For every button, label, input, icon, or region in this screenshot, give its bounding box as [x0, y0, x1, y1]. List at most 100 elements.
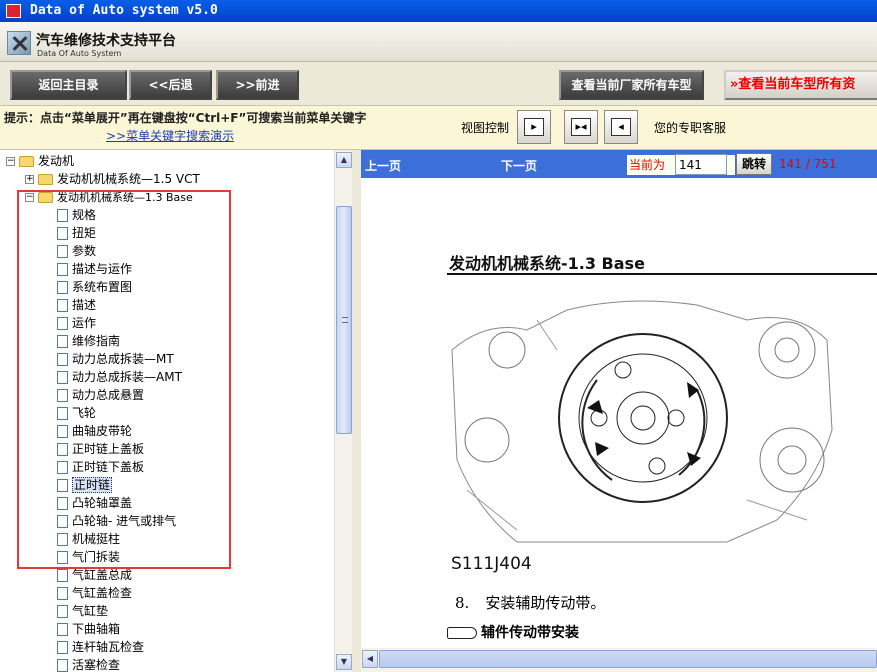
document-hscrollbar[interactable]: ◀: [361, 648, 877, 672]
tree-item[interactable]: 描述: [57, 296, 96, 314]
subheading: 辅件传动带安装: [447, 622, 579, 642]
folder-open-icon: [38, 192, 53, 203]
expand-icon[interactable]: +: [25, 175, 34, 184]
page-icon: [57, 551, 68, 564]
tree-item[interactable]: 维修指南: [57, 332, 120, 350]
pointing-hand-icon: [447, 627, 477, 639]
tree-item-label: 气缸盖检查: [72, 586, 133, 600]
tree-item[interactable]: 机械挺柱: [57, 530, 120, 548]
tree-item[interactable]: 气缸垫: [57, 602, 108, 620]
tree-root[interactable]: − 发动机: [6, 152, 74, 170]
page-icon: [57, 587, 68, 600]
split-arrows-icon: ▸◂: [571, 118, 591, 136]
view-current-model-button[interactable]: »查看当前车型所有资: [724, 70, 877, 100]
tree-node-vct[interactable]: + 发动机机械系统—1.5 VCT: [25, 170, 200, 188]
view-current-model-label: 查看当前车型所有资: [738, 77, 856, 92]
page-number-input[interactable]: [675, 154, 727, 175]
tree-item[interactable]: 正时链下盖板: [57, 458, 144, 476]
tree-item[interactable]: 描述与运作: [57, 260, 132, 278]
back-to-main-button[interactable]: 返回主目录: [10, 70, 127, 100]
jump-button[interactable]: 跳转: [736, 153, 772, 175]
tree-item-label: 气门拆装: [72, 550, 121, 564]
collapse-icon[interactable]: −: [25, 193, 34, 202]
tree-item[interactable]: 飞轮: [57, 404, 96, 422]
arrow-right-icon: ▸: [524, 118, 544, 136]
hint-text: 提示：点击“菜单展开”再在键盘按“Ctrl+F”可搜索当前菜单关键字: [4, 111, 367, 125]
next-page-link[interactable]: 下一页: [501, 157, 537, 174]
page-count: 141 / 751: [779, 157, 837, 171]
view-maker-models-button[interactable]: 查看当前厂家所有车型: [559, 70, 704, 100]
hscroll-thumb[interactable]: [379, 650, 877, 668]
tree-item-label: 凸轮轴- 进气或排气: [72, 514, 177, 528]
scroll-left-icon[interactable]: ◀: [362, 650, 378, 668]
tree-item[interactable]: 凸轮轴罩盖: [57, 494, 132, 512]
forward-button[interactable]: >>前进: [216, 70, 299, 100]
tree-item-label: 气缸垫: [72, 604, 109, 618]
tree-item[interactable]: 活塞检查: [57, 656, 120, 672]
page-icon: [57, 659, 68, 672]
page-icon: [57, 515, 68, 528]
page-icon: [57, 479, 68, 492]
collapse-icon[interactable]: −: [6, 157, 15, 166]
hint-bar: 提示：点击“菜单展开”再在键盘按“Ctrl+F”可搜索当前菜单关键字 >>菜单关…: [0, 106, 877, 150]
app-icon: [6, 4, 21, 18]
brand-subtitle: Data Of Auto System: [37, 49, 122, 58]
window-title: Data of Auto system v5.0: [30, 3, 218, 18]
tree-item-label: 正时链: [72, 477, 113, 493]
tree-item[interactable]: 动力总成拆装—AMT: [57, 368, 182, 386]
tree-node-base[interactable]: − 发动机机械系统—1.3 Base: [25, 188, 193, 206]
scroll-up-icon[interactable]: ▲: [336, 152, 352, 168]
page-icon: [57, 299, 68, 312]
tree-item-label: 飞轮: [72, 406, 97, 420]
tree-item[interactable]: 动力总成拆装—MT: [57, 350, 174, 368]
tree-item-label: 下曲轴箱: [72, 622, 121, 636]
menu-tree: − 发动机 + 发动机机械系统—1.5 VCT − 发动机机械系统—1.3 Base …: [0, 150, 352, 672]
view-control-label: 视图控制: [461, 121, 510, 135]
tree-item[interactable]: 气缸盖检查: [57, 584, 132, 602]
tree-item-label: 运作: [72, 316, 97, 330]
tree-item[interactable]: 气门拆装: [57, 548, 120, 566]
tree-item[interactable]: 规格: [57, 206, 96, 224]
view-expand-right-button[interactable]: ▸: [517, 110, 551, 144]
search-demo-link[interactable]: >>菜单关键字搜索演示: [106, 127, 234, 144]
tree-item[interactable]: 正时链上盖板: [57, 440, 144, 458]
tree-node-base-label: 发动机机械系统—1.3 Base: [57, 191, 193, 204]
tree-item-label: 活塞检查: [72, 658, 121, 672]
tree-item[interactable]: 动力总成悬置: [57, 386, 144, 404]
page-icon: [57, 461, 68, 474]
tree-item[interactable]: 凸轮轴- 进气或排气: [57, 512, 176, 530]
tree-item[interactable]: 系统布置图: [57, 278, 132, 296]
scroll-thumb[interactable]: [336, 206, 352, 434]
tree-item-label: 正时链下盖板: [72, 460, 145, 474]
tree-item[interactable]: 气缸盖总成: [57, 566, 132, 584]
tree-item-label: 规格: [72, 208, 97, 222]
tree-item[interactable]: 参数: [57, 242, 96, 260]
step-text: 安装辅助传动带。: [485, 594, 606, 612]
step-item: 8. 安装辅助传动带。: [455, 592, 605, 613]
tree-item[interactable]: 运作: [57, 314, 96, 332]
tree-item[interactable]: 下曲轴箱: [57, 620, 120, 638]
tree-item-label: 系统布置图: [72, 280, 133, 294]
page-icon: [57, 245, 68, 258]
tree-item[interactable]: 曲轴皮带轮: [57, 422, 132, 440]
tree-scrollbar[interactable]: ▲ ▼: [334, 150, 352, 672]
page-icon: [57, 263, 68, 276]
view-split-button[interactable]: ▸◂: [564, 110, 598, 144]
tree-item[interactable]: 正时链: [57, 476, 113, 494]
prev-page-link[interactable]: 上一页: [365, 157, 401, 174]
tree-root-label: 发动机: [38, 154, 75, 168]
tree-item[interactable]: 连杆轴瓦检查: [57, 638, 144, 656]
subheading-text: 辅件传动带安装: [481, 625, 579, 641]
tree-item-label: 连杆轴瓦检查: [72, 640, 145, 654]
tree-item[interactable]: 扭矩: [57, 224, 96, 242]
pane-divider[interactable]: [352, 150, 361, 672]
page-icon: [57, 371, 68, 384]
figure-code: S111J404: [451, 554, 532, 574]
back-button[interactable]: <<后退: [129, 70, 212, 100]
brand-header: 汽车维修技术支持平台 Data Of Auto System: [0, 22, 877, 62]
page-icon: [57, 389, 68, 402]
page-icon: [57, 623, 68, 636]
view-expand-left-button[interactable]: ◂: [604, 110, 638, 144]
scroll-down-icon[interactable]: ▼: [336, 654, 352, 670]
tree-item-label: 正时链上盖板: [72, 442, 145, 456]
